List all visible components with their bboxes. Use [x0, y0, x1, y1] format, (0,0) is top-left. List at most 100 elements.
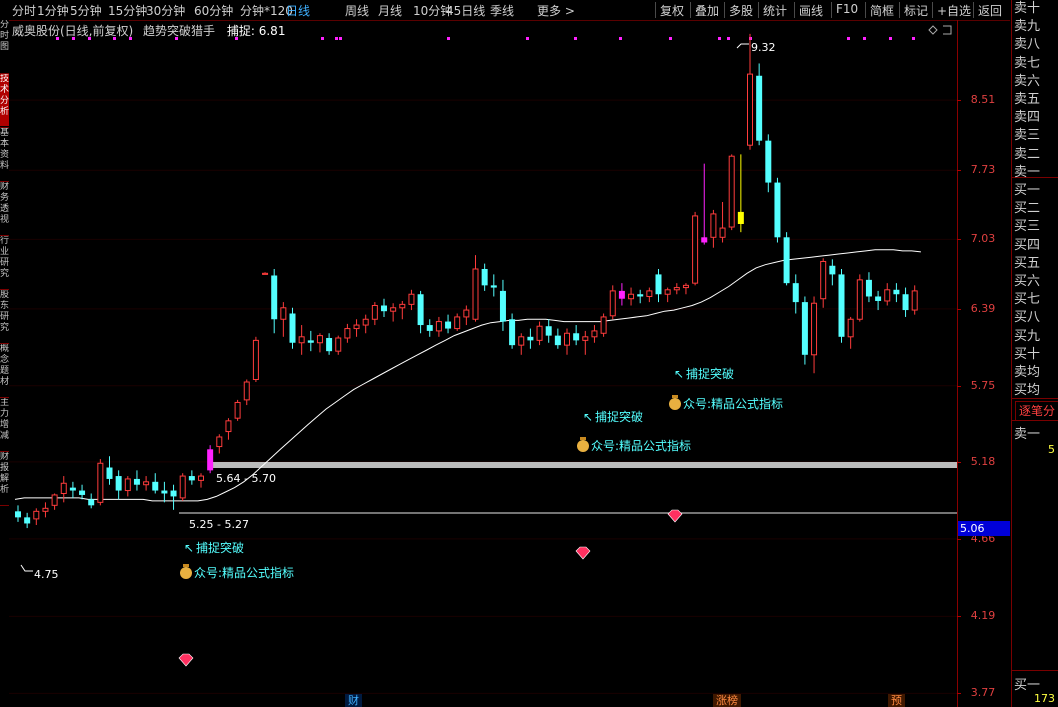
toolbar-action-2[interactable]: 多股: [729, 2, 753, 19]
buy-level-8: 买九: [1014, 328, 1041, 344]
event-tag-1[interactable]: 涨榜: [713, 694, 741, 707]
toolbar-action-0[interactable]: 复权: [660, 2, 684, 19]
toolbar-action-7[interactable]: 标记: [904, 2, 928, 19]
left-tab-5[interactable]: 股东研究: [0, 290, 9, 342]
toolbar-action-9[interactable]: 返回: [978, 2, 1002, 19]
candle: [628, 287, 635, 306]
toolbar-action-1[interactable]: 叠加: [695, 2, 719, 19]
period-tab-8[interactable]: 周线: [345, 2, 369, 19]
period-tab-2[interactable]: 5分钟: [70, 2, 102, 19]
sell-level-2: 卖八: [1014, 37, 1041, 53]
candle: [701, 163, 708, 245]
candle: [765, 134, 772, 193]
candle: [536, 321, 543, 346]
current-price-badge: 5.06: [958, 521, 1010, 536]
candle: [51, 493, 58, 510]
period-tab-6[interactable]: 分钟*120: [240, 2, 293, 19]
sell1-volume: 5: [1048, 443, 1055, 456]
candle: [124, 476, 131, 497]
period-toolbar: 分时 1分钟 5分钟 15分钟 30分钟 60分钟 分钟*120 日线 周线 月线 10分钟 45日线…: [0, 0, 1010, 21]
breakout-arrow: ↖: [674, 367, 684, 381]
candle: [234, 399, 241, 421]
signal-dot: [113, 37, 116, 40]
period-tab-11[interactable]: 45日线: [446, 2, 485, 19]
buy-level-0: 买一: [1014, 183, 1041, 198]
period-tab-3[interactable]: 15分钟: [108, 2, 147, 19]
event-tag-2[interactable]: 预: [888, 694, 905, 707]
candle: [655, 268, 662, 303]
sell-level-1: 卖九: [1014, 19, 1041, 35]
buy-level-5: 买六: [1014, 274, 1041, 289]
left-tab-8[interactable]: 财报解析: [0, 452, 9, 504]
toolbar-separator: [655, 2, 656, 18]
candle: [262, 272, 269, 275]
watermark-label: 众号:精品公式指标: [683, 396, 783, 411]
period-tab-5[interactable]: 60分钟: [194, 2, 233, 19]
period-tab-9[interactable]: 月线: [378, 2, 402, 19]
candle: [326, 333, 333, 355]
candle: [198, 473, 204, 488]
candle: [417, 290, 424, 334]
period-tab-4[interactable]: 30分钟: [146, 2, 185, 19]
tick-detail-tab[interactable]: 逐笔分: [1015, 401, 1058, 421]
candle: [179, 473, 186, 501]
kline-chart[interactable]: 9.324.755.64 - 5.705.25 - 5.27↖ 捕捉突破↖ 捕捉突破…: [9, 20, 957, 707]
candle: [60, 476, 67, 503]
signal-dot: [72, 37, 75, 40]
candle: [682, 283, 689, 295]
signal-dot: [56, 37, 59, 40]
left-tab-7[interactable]: 主力增减: [0, 398, 9, 450]
watermark-label: 众号:精品公式指标: [591, 438, 691, 453]
toolbar-action-6[interactable]: 简框: [870, 2, 894, 19]
candle: [271, 268, 278, 334]
candle: [618, 283, 625, 306]
low-price-label: 4.75: [34, 568, 59, 581]
period-tab-7[interactable]: 日线: [286, 2, 310, 19]
candle: [133, 470, 140, 491]
period-tab-12[interactable]: 季线: [490, 2, 514, 19]
candle: [445, 314, 452, 334]
candle: [344, 323, 351, 343]
order-book-separator: [1012, 398, 1058, 399]
panel-toggle-icon[interactable]: [943, 25, 952, 35]
candle: [280, 302, 287, 337]
price-axis-tick: [957, 239, 961, 241]
toolbar-action-8[interactable]: +自选: [937, 2, 971, 19]
diamond-icon: [575, 546, 591, 560]
price-axis-label: 5.75: [970, 378, 996, 392]
left-tab-4[interactable]: 行业研究: [0, 236, 9, 288]
period-tab-0[interactable]: 分时: [12, 2, 36, 19]
left-tab-3[interactable]: 财务透视: [0, 182, 9, 234]
candle: [252, 336, 259, 383]
signal-dot: [447, 37, 450, 40]
toolbar-action-4[interactable]: 画线: [799, 2, 823, 19]
toolbar-separator: [758, 2, 759, 18]
event-tag-0[interactable]: 财: [345, 694, 362, 707]
candle: [454, 313, 461, 331]
price-axis-tick: [957, 616, 961, 618]
price-axis-tick: [957, 170, 961, 172]
diamond-toggle-icon[interactable]: [928, 25, 938, 35]
period-tab-1[interactable]: 1分钟: [37, 2, 69, 19]
candle: [243, 379, 250, 406]
zone-lower-label: 5.25 - 5.27: [189, 518, 249, 531]
left-tab-6[interactable]: 概念题材: [0, 344, 9, 396]
toolbar-action-3[interactable]: 统计: [763, 2, 787, 19]
toolbar-action-5[interactable]: F10: [836, 2, 858, 16]
sell-level-6: 卖四: [1014, 110, 1041, 126]
candle: [637, 289, 644, 304]
avg-level-1: 买均: [1014, 383, 1041, 399]
candle: [756, 63, 763, 146]
grid: [9, 99, 957, 694]
toolbar-separator: [724, 2, 725, 18]
left-tab-1[interactable]: 技术分析: [0, 74, 9, 126]
left-tab-2[interactable]: 基本资料: [0, 128, 9, 180]
breakout-label: 捕捉突破: [595, 409, 643, 424]
period-tab-13[interactable]: 更多 >: [537, 2, 575, 19]
signal-dot: [669, 37, 672, 40]
candle: [719, 202, 726, 243]
toolbar-separator: [932, 2, 933, 18]
candle: [692, 211, 699, 286]
left-tab-0[interactable]: 分时图: [0, 20, 9, 72]
price-axis-label: 5.18: [970, 454, 996, 468]
